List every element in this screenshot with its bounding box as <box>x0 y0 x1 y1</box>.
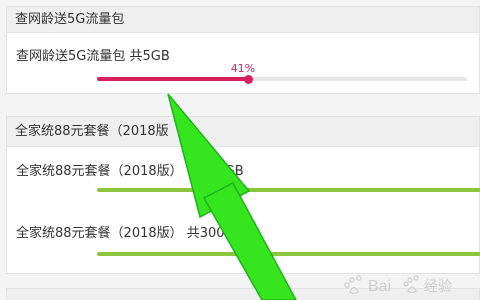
usage-progress-fill <box>97 77 249 81</box>
package-card-title: 全家统88元套餐（2018版 <box>15 124 169 139</box>
usage-percent-label: 41% <box>230 62 256 75</box>
baidu-watermark-logo: Bai 经验 <box>344 275 452 295</box>
usage-progress-track <box>97 252 480 256</box>
svg-text:经验: 经验 <box>424 279 452 295</box>
usage-progress-fill <box>97 252 480 256</box>
usage-progress-knob <box>244 74 254 84</box>
usage-progress-track <box>97 188 480 192</box>
usage-item-title: 全家统88元套餐（2018版） GB <box>16 164 244 179</box>
package-card-header: 全家统88元套餐（2018版 <box>7 117 479 147</box>
usage-item-title: 查网龄送5G流量包 共5GB <box>16 49 170 64</box>
usage-progress-fill <box>97 188 480 192</box>
package-usage-page: 查网龄送5G流量包 查网龄送5G流量包 共5GB 41% 全家统88元套餐（20… <box>0 0 480 300</box>
package-card-network-age: 查网龄送5G流量包 查网龄送5G流量包 共5GB 41% <box>6 6 480 94</box>
usage-item-title: 全家统88元套餐（2018版） 共300 钟 <box>16 226 260 241</box>
svg-text:Bai: Bai <box>368 278 391 295</box>
package-card-title: 查网龄送5G流量包 <box>15 12 125 27</box>
package-card-family-88: 全家统88元套餐（2018版 全家统88元套餐（2018版） GB 全家统88元套… <box>6 116 480 274</box>
package-card-header: 查网龄送5G流量包 <box>7 7 479 33</box>
usage-progress-track: 41% <box>97 62 467 84</box>
